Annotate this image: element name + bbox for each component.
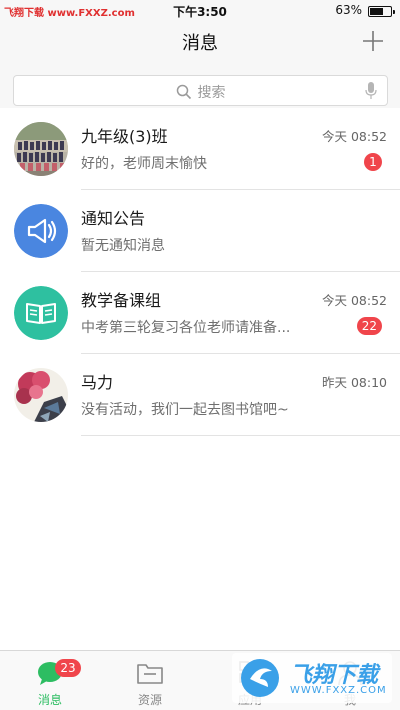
book-icon: [14, 286, 68, 340]
tab-unread-badge: 23: [55, 659, 81, 677]
conversation-list: 九年级(3)班 好的，老师周末愉快 今天 08:52 1 通知公告 暂无通知消息: [0, 108, 400, 436]
conversation-time: 昨天 08:10: [322, 375, 387, 390]
megaphone-icon: [14, 204, 68, 258]
conversation-row-notice[interactable]: 通知公告 暂无通知消息: [0, 190, 400, 272]
nav-header: 消息: [0, 22, 400, 62]
conversation-name: 马力: [81, 373, 114, 392]
tab-label: 资源: [137, 693, 162, 707]
conversation-preview: 暂无通知消息: [81, 238, 165, 254]
conversation-name: 九年级(3)班: [81, 127, 168, 146]
watermark-url: WWW.FXXZ.COM: [290, 685, 387, 696]
tab-label: 消息: [37, 693, 62, 707]
watermark-logo: 飞翔下载 WWW.FXXZ.COM: [232, 653, 392, 703]
search-area: 搜索: [0, 62, 400, 108]
battery-icon: [368, 6, 395, 17]
notice-avatar: [14, 204, 68, 258]
watermark-emblem-icon: [241, 659, 279, 697]
conversation-row-mali[interactable]: 马力 没有活动，我们一起去图书馆吧~ 昨天 08:10: [0, 354, 400, 436]
status-bar: 飞翔下载 www.FXXZ.com 下午3:50 63%: [0, 0, 400, 22]
conversation-preview: 没有活动，我们一起去图书馆吧~: [81, 402, 289, 418]
conversation-preview: 中考第三轮复习各位老师请准备...: [81, 320, 291, 336]
microphone-icon[interactable]: [365, 82, 377, 100]
class-photo-avatar: [14, 122, 68, 176]
search-placeholder: 搜索: [197, 85, 226, 101]
unread-badge: 22: [356, 317, 382, 335]
search-input[interactable]: 搜索: [13, 75, 388, 106]
unread-badge: 1: [364, 153, 382, 171]
user-avatar: [14, 368, 68, 422]
group-avatar: [14, 286, 68, 340]
tab-messages[interactable]: 23 消息: [0, 651, 100, 710]
row-divider: [81, 435, 400, 436]
add-plus-button[interactable]: [362, 30, 384, 52]
conversation-preview: 好的，老师周末愉快: [81, 156, 207, 172]
conversation-name: 教学备课组: [81, 291, 162, 310]
page-title: 消息: [182, 33, 218, 54]
conversation-name: 通知公告: [81, 209, 146, 228]
tab-resources[interactable]: 资源: [100, 651, 200, 710]
conversation-row-prep-group[interactable]: 教学备课组 中考第三轮复习各位老师请准备... 今天 08:52 22: [0, 272, 400, 354]
conversation-time: 今天 08:52: [322, 129, 387, 144]
conversation-time: 今天 08:52: [322, 293, 387, 308]
battery-percent: 63%: [335, 3, 362, 17]
conversation-row-class[interactable]: 九年级(3)班 好的，老师周末愉快 今天 08:52 1: [0, 108, 400, 190]
folder-icon: [137, 664, 163, 684]
search-icon: [176, 84, 191, 100]
